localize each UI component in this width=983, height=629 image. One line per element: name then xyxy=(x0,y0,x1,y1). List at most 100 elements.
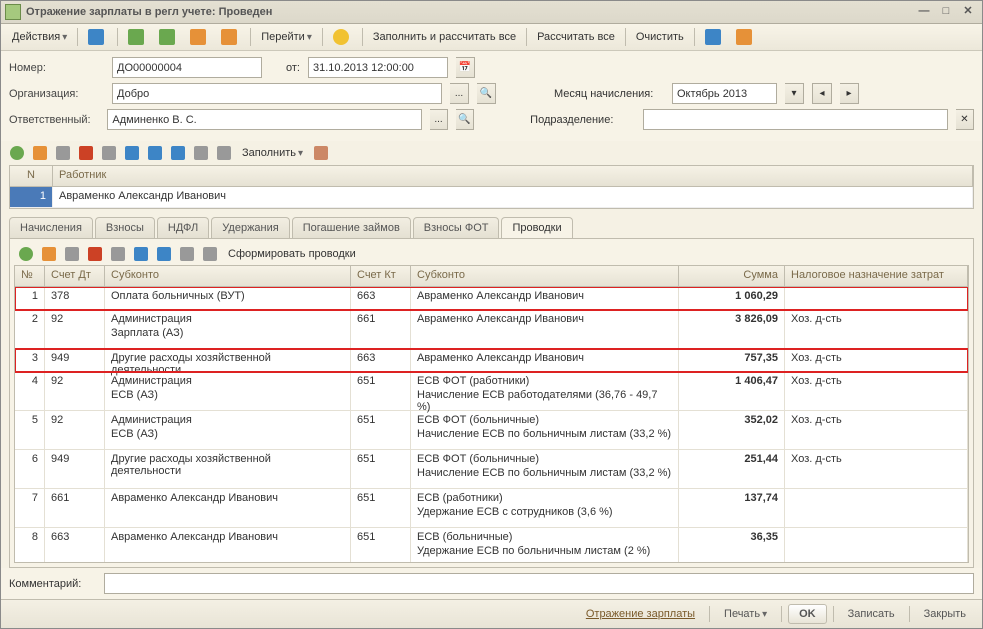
month-next-icon[interactable]: ▸ xyxy=(840,83,859,104)
org-label: Организация: xyxy=(9,88,104,100)
month-label: Месяц начисления: xyxy=(554,88,664,100)
org-input[interactable]: Добро xyxy=(112,83,442,104)
goto-menu[interactable]: Перейти▾ xyxy=(256,27,317,47)
resp-select-button[interactable]: ... xyxy=(430,109,448,130)
worker-row[interactable]: 1Авраменко Александр Иванович xyxy=(10,187,973,208)
col2-kt[interactable]: Счет Кт xyxy=(351,266,411,286)
resp-input[interactable]: Админенко В. С. xyxy=(107,109,422,130)
div-label: Подразделение: xyxy=(530,114,635,126)
number-input[interactable]: ДО00000004 xyxy=(112,57,262,78)
g2-down-icon[interactable] xyxy=(154,244,174,264)
print-button[interactable]: Печать▾ xyxy=(716,605,775,623)
save-icon[interactable] xyxy=(83,27,112,47)
month-prev-icon[interactable]: ◂ xyxy=(812,83,832,104)
from-label: от: xyxy=(270,62,300,74)
tab-5[interactable]: Взносы ФОТ xyxy=(413,217,500,238)
posting-row[interactable]: 592АдминистрацияЕСВ (АЗ)651ЕСВ ФОТ (боль… xyxy=(15,411,968,450)
clear-button[interactable]: Очистить xyxy=(631,27,689,47)
posting-row[interactable]: 492АдминистрацияЕСВ (АЗ)651ЕСВ ФОТ (рабо… xyxy=(15,372,968,411)
tab-0[interactable]: Начисления xyxy=(9,217,93,238)
g2-add-icon[interactable] xyxy=(16,244,36,264)
window-title: Отражение зарплаты в регл учете: Проведе… xyxy=(26,6,912,18)
g2-up-icon[interactable] xyxy=(131,244,151,264)
g2-edit-icon[interactable] xyxy=(62,244,82,264)
person-icon[interactable] xyxy=(311,143,331,163)
g2-icon-5[interactable] xyxy=(108,244,128,264)
tab-2[interactable]: НДФЛ xyxy=(157,217,209,238)
minimize-button[interactable]: — xyxy=(914,4,934,20)
titlebar: Отражение зарплаты в регл учете: Проведе… xyxy=(1,1,982,24)
tb-icon-1[interactable] xyxy=(123,27,152,47)
div-clear-icon[interactable]: ✕ xyxy=(956,109,974,130)
col2-sub2[interactable]: Субконто xyxy=(411,266,679,286)
tb-icon-2[interactable] xyxy=(154,27,183,47)
posting-row[interactable]: 3949Другие расходы хозяйственной деятель… xyxy=(15,349,968,372)
actions-menu[interactable]: Действия▾ xyxy=(7,27,72,47)
postings-grid: № Счет Дт Субконто Счет Кт Субконто Сумм… xyxy=(14,265,969,563)
posting-row[interactable]: 8663Авраменко Александр Иванович651ЕСВ (… xyxy=(15,528,968,563)
fill-calc-button[interactable]: Заполнить и рассчитать все xyxy=(368,27,521,47)
statusbar: Отражение зарплаты Печать▾ OK Записать З… xyxy=(1,599,982,628)
col-worker[interactable]: Работник xyxy=(53,166,973,186)
tb2-icon-5[interactable] xyxy=(99,143,119,163)
workers-grid: N Работник 1Авраменко Александр Иванович xyxy=(9,165,974,209)
form-postings-button[interactable]: Сформировать проводки xyxy=(223,244,361,264)
comment-input[interactable] xyxy=(104,573,974,594)
tab-6[interactable]: Проводки xyxy=(501,217,572,239)
reflect-link[interactable]: Отражение зарплаты xyxy=(578,605,703,623)
col-n[interactable]: N xyxy=(10,166,53,186)
help-icon[interactable] xyxy=(328,27,357,47)
resp-search-icon[interactable]: 🔍 xyxy=(456,109,474,130)
col2-sub1[interactable]: Субконто xyxy=(105,266,351,286)
posting-row[interactable]: 7661Авраменко Александр Иванович651ЕСВ (… xyxy=(15,489,968,528)
date-input[interactable]: 31.10.2013 12:00:00 xyxy=(308,57,448,78)
g2-copy-icon[interactable] xyxy=(39,244,59,264)
app-icon xyxy=(5,4,21,20)
form-area: Номер: ДО00000004 от: 31.10.2013 12:00:0… xyxy=(1,51,982,141)
month-input[interactable]: Октябрь 2013 xyxy=(672,83,777,104)
g2-sort-desc-icon[interactable] xyxy=(200,244,220,264)
fill-menu[interactable]: Заполнить▾ xyxy=(237,143,308,163)
number-label: Номер: xyxy=(9,62,104,74)
sort-desc-icon[interactable] xyxy=(214,143,234,163)
col2-n[interactable]: № xyxy=(15,266,45,286)
div-input[interactable] xyxy=(643,109,948,130)
close-button-footer[interactable]: Закрыть xyxy=(916,605,974,623)
ok-button[interactable]: OK xyxy=(788,604,827,624)
org-select-button[interactable]: ... xyxy=(450,83,469,104)
close-button[interactable]: ✕ xyxy=(958,4,978,20)
sort-asc-icon[interactable] xyxy=(191,143,211,163)
save-button[interactable]: Записать xyxy=(840,605,903,623)
tb-icon-5[interactable] xyxy=(700,27,729,47)
col2-tax[interactable]: Налоговое назначение затрат xyxy=(785,266,968,286)
calc-button[interactable]: Рассчитать все xyxy=(532,27,620,47)
calendar-icon[interactable]: 📅 xyxy=(456,57,475,78)
tab-4[interactable]: Погашение займов xyxy=(292,217,411,238)
posting-row[interactable]: 292АдминистрацияЗарплата (АЗ)661Авраменк… xyxy=(15,310,968,349)
resp-label: Ответственный: xyxy=(9,114,99,126)
edit-icon[interactable] xyxy=(53,143,73,163)
tab-3[interactable]: Удержания xyxy=(211,217,289,238)
tab-1[interactable]: Взносы xyxy=(95,217,155,238)
grid1-toolbar: Заполнить▾ xyxy=(1,141,982,165)
col2-dt[interactable]: Счет Дт xyxy=(45,266,105,286)
month-dropdown-icon[interactable]: ▾ xyxy=(785,83,804,104)
g2-sort-asc-icon[interactable] xyxy=(177,244,197,264)
posting-row[interactable]: 6949Другие расходы хозяйственной деятель… xyxy=(15,450,968,489)
maximize-button[interactable]: □ xyxy=(936,4,956,20)
tb-icon-3[interactable] xyxy=(185,27,214,47)
tb2-icon-6[interactable] xyxy=(122,143,142,163)
tb-icon-4[interactable] xyxy=(216,27,245,47)
tab-bar: НачисленияВзносыНДФЛУдержанияПогашение з… xyxy=(9,217,974,238)
g2-delete-icon[interactable] xyxy=(85,244,105,264)
delete-icon[interactable] xyxy=(76,143,96,163)
tb-icon-6[interactable] xyxy=(731,27,760,47)
tab-panel: Сформировать проводки № Счет Дт Субконто… xyxy=(9,238,974,568)
up-icon[interactable] xyxy=(145,143,165,163)
add-icon[interactable] xyxy=(7,143,27,163)
down-icon[interactable] xyxy=(168,143,188,163)
posting-row[interactable]: 1378Оплата больничных (ВУТ)663Авраменко … xyxy=(15,287,968,310)
copy-icon[interactable] xyxy=(30,143,50,163)
org-search-icon[interactable]: 🔍 xyxy=(477,83,496,104)
col2-sum[interactable]: Сумма xyxy=(679,266,785,286)
